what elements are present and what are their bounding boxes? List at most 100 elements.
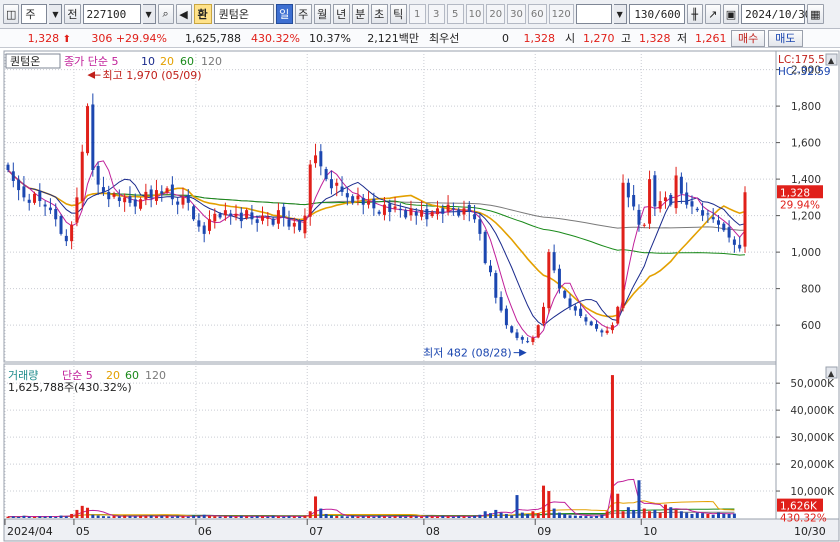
candle-body — [282, 206, 286, 218]
candle-body — [96, 166, 100, 185]
candle-body — [520, 336, 524, 340]
period-year[interactable]: 년 — [332, 4, 350, 24]
volume-bar — [467, 516, 471, 518]
candle-body — [22, 186, 26, 198]
sound-icon[interactable]: ◀ — [175, 4, 192, 24]
chevron-down-icon[interactable]: ▼ — [49, 4, 63, 24]
volume-bar — [271, 515, 275, 518]
volume-bar — [75, 509, 79, 518]
market-select[interactable]: 주 — [21, 4, 48, 24]
sell-button[interactable]: 매도 — [768, 29, 803, 47]
chart-area[interactable]: 2,000 1,800 1,600 1,400 1,200 1,000 800 600 50,… — [0, 49, 840, 542]
period-tick[interactable]: 틱 — [389, 4, 407, 24]
volume-bar — [732, 513, 736, 518]
candle-body — [170, 184, 174, 200]
interval-3[interactable]: 3 — [427, 4, 445, 24]
interval-120[interactable]: 120 — [548, 4, 574, 24]
x-tick-label: 07 — [309, 525, 323, 538]
candle-body — [621, 182, 625, 309]
candle-body — [701, 210, 705, 216]
volume-bar — [117, 516, 121, 518]
volume-bar — [43, 516, 47, 518]
x-tick-label: 06 — [198, 525, 212, 538]
candle-body — [462, 208, 466, 215]
market-label: 주 — [25, 8, 36, 21]
volume-bar — [414, 516, 418, 518]
exchange-tag[interactable]: 환 — [193, 4, 212, 24]
volume-bar — [17, 516, 21, 518]
interval-30[interactable]: 30 — [507, 4, 526, 24]
volume-bar — [520, 512, 524, 518]
candle-body — [356, 195, 360, 200]
volume-bar — [685, 512, 689, 518]
code-input[interactable]: 227100 — [82, 4, 141, 24]
volume-tick-label: 40,000K — [790, 405, 835, 417]
volume-bar — [48, 516, 52, 518]
candle-body — [435, 208, 439, 215]
count-input[interactable]: 130/600 — [628, 4, 685, 24]
candle-body — [648, 179, 652, 224]
volume-bar — [504, 513, 508, 518]
volume-bar — [303, 515, 307, 518]
volume-bar — [531, 511, 535, 518]
candle-body — [727, 227, 731, 238]
x-tick-label: 10 — [643, 525, 657, 538]
candle-body — [48, 207, 52, 211]
legend-ma-prefix: 종가 단순 5 — [64, 55, 118, 68]
save-icon[interactable]: ▣ — [722, 4, 740, 24]
candle-body — [64, 235, 68, 242]
volume-bar — [563, 513, 567, 518]
volume-bar — [308, 511, 312, 518]
volume-tick-label: 20,000K — [790, 459, 835, 471]
interval-custom-input[interactable] — [575, 4, 612, 24]
date-input[interactable]: 2024/10/30 — [741, 4, 811, 24]
line-tool-icon[interactable]: ↗ — [704, 4, 721, 24]
period-day[interactable]: 일 — [275, 4, 293, 24]
volume-bar — [388, 516, 392, 518]
volume-bar — [510, 515, 514, 518]
search-icon[interactable]: ⌕ — [157, 4, 174, 24]
chevron-down-icon[interactable]: ▼ — [613, 4, 627, 24]
volume-bar — [54, 516, 58, 518]
y-tick-label: 1,400 — [791, 174, 821, 186]
volume-bar — [319, 508, 323, 518]
stock-chart[interactable]: 2,0001,8001,6001,4001,2001,000800600 50,… — [0, 49, 840, 542]
candle-settings-icon[interactable]: ╫ — [686, 4, 703, 24]
period-minute[interactable]: 분 — [351, 4, 369, 24]
calendar-icon[interactable]: ▦ — [807, 4, 824, 24]
volume-bar — [128, 516, 132, 518]
buy-button[interactable]: 매수 — [731, 29, 766, 47]
volume-bar — [186, 516, 190, 518]
candle-body — [202, 225, 206, 234]
candle-body — [515, 332, 519, 338]
period-month[interactable]: 월 — [313, 4, 331, 24]
candle-body — [117, 197, 121, 202]
interval-10[interactable]: 10 — [465, 4, 485, 24]
period-week[interactable]: 주 — [294, 4, 312, 24]
candle-body — [234, 213, 238, 217]
chevron-down-icon[interactable]: ▼ — [142, 4, 156, 24]
candle-body — [488, 265, 492, 273]
candle-body — [303, 215, 307, 234]
interval-60[interactable]: 60 — [527, 4, 547, 24]
interval-1[interactable]: 1 — [408, 4, 426, 24]
candle-body — [271, 218, 275, 225]
period-second[interactable]: 초 — [370, 4, 388, 24]
volume-bar — [716, 512, 720, 518]
candle-body — [144, 191, 148, 200]
annotation-high: 최고 1,970 (05/09) — [87, 69, 202, 82]
volume-bar — [404, 516, 408, 518]
chart-type-icon[interactable]: ◫ — [3, 4, 20, 24]
interval-20[interactable]: 20 — [486, 4, 506, 24]
volume-bar — [430, 516, 434, 518]
candle-body — [663, 197, 667, 202]
interval-5[interactable]: 5 — [446, 4, 464, 24]
candle-body — [91, 104, 95, 170]
prev-button[interactable]: 전 — [64, 4, 81, 24]
volume-bar — [11, 516, 15, 518]
volume-bar — [287, 516, 291, 518]
candle-body — [382, 204, 386, 215]
candle-body — [441, 208, 445, 214]
preferred-value: 0 — [502, 31, 509, 45]
x-tick-label: 09 — [537, 525, 551, 538]
